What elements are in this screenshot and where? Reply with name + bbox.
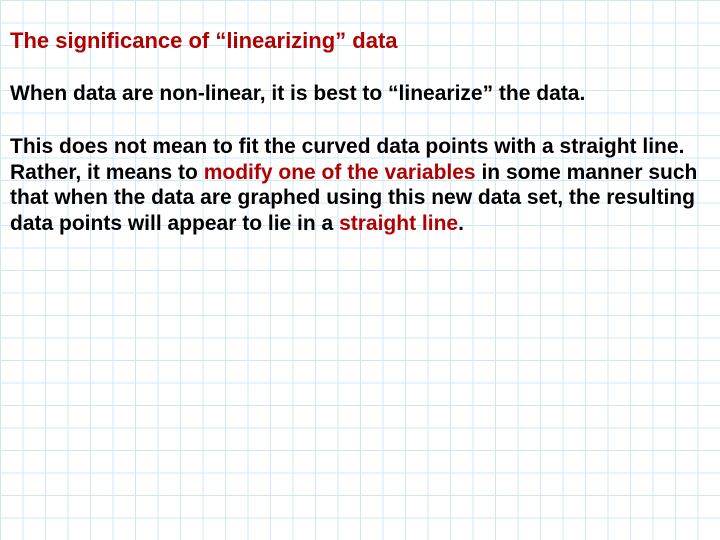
body-paragraph: This does not mean to fit the curved dat…: [10, 134, 710, 236]
emphasis-modify: modify one of the variables: [204, 161, 476, 184]
slide-content: The significance of “linearizing” data W…: [0, 0, 720, 236]
emphasis-straight-line: straight line: [339, 212, 458, 235]
intro-line: When data are non-linear, it is best to …: [10, 82, 710, 106]
slide-title: The significance of “linearizing” data: [10, 28, 710, 54]
body-text-3: .: [458, 212, 464, 235]
